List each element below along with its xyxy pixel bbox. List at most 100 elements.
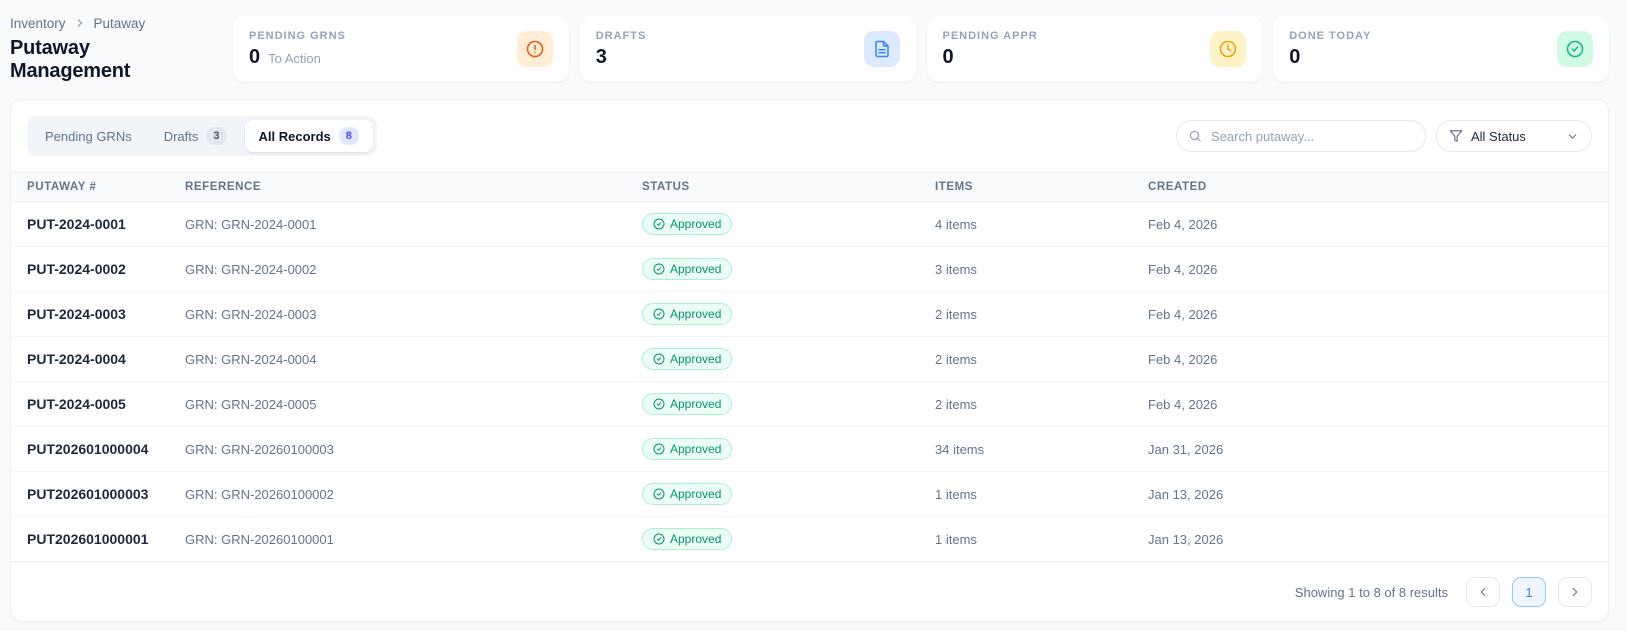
status-badge-label: Approved	[670, 217, 721, 231]
chevron-down-icon	[1566, 130, 1579, 143]
stat-grid: PENDING GRNS 0 To Action DRAFTS 3	[233, 16, 1609, 82]
items-count: 2 items	[935, 292, 1148, 337]
tab-count-badge: 8	[339, 127, 359, 145]
table-row[interactable]: PUT-2024-0005 GRN: GRN-2024-0005 Approve…	[11, 382, 1608, 427]
status-badge: Approved	[642, 483, 732, 505]
status-filter-value: All Status	[1471, 129, 1558, 144]
check-circle-icon	[653, 263, 665, 275]
breadcrumb: Inventory Putaway	[10, 16, 210, 31]
tab-label: Pending GRNs	[45, 129, 132, 144]
stat-card: DONE TODAY 0	[1273, 16, 1609, 82]
status-badge: Approved	[642, 393, 732, 415]
status-filter-select[interactable]: All Status	[1436, 120, 1592, 152]
status-badge-label: Approved	[670, 487, 721, 501]
column-header-created: CREATED	[1148, 173, 1608, 202]
toolbar-right: All Status	[1176, 120, 1592, 152]
next-page-button[interactable]	[1558, 577, 1592, 607]
check-circle-icon	[653, 218, 665, 230]
items-count: 1 items	[935, 472, 1148, 517]
check-circle-icon	[653, 488, 665, 500]
items-count: 3 items	[935, 247, 1148, 292]
stat-value: 0	[943, 46, 954, 69]
reference: GRN: GRN-2024-0002	[185, 247, 642, 292]
status-badge-label: Approved	[670, 397, 721, 411]
table-row[interactable]: PUT202601000001 GRN: GRN-20260100001 App…	[11, 517, 1608, 562]
stat-value: 0	[249, 46, 260, 69]
tab-group: Pending GRNs Drafts 3 All Records 8	[27, 116, 377, 156]
status-badge-label: Approved	[670, 442, 721, 456]
tab-pending-grns[interactable]: Pending GRNs	[31, 122, 146, 151]
putaway-table: PUTAWAY # REFERENCE STATUS ITEMS CREATED…	[11, 172, 1608, 562]
table-row[interactable]: PUT202601000004 GRN: GRN-20260100003 App…	[11, 427, 1608, 472]
chevron-left-icon	[1476, 585, 1490, 599]
status-badge-label: Approved	[670, 262, 721, 276]
table-row[interactable]: PUT202601000003 GRN: GRN-20260100002 App…	[11, 472, 1608, 517]
header-left: Inventory Putaway Putaway Management	[10, 16, 210, 83]
reference: GRN: GRN-2024-0001	[185, 202, 642, 247]
reference: GRN: GRN-20260100001	[185, 517, 642, 562]
table-row[interactable]: PUT-2024-0004 GRN: GRN-2024-0004 Approve…	[11, 337, 1608, 382]
tab-count-badge: 3	[206, 127, 226, 145]
search-icon	[1188, 129, 1202, 143]
created-date: Jan 31, 2026	[1148, 427, 1608, 472]
status-badge: Approved	[642, 528, 732, 550]
created-date: Feb 4, 2026	[1148, 292, 1608, 337]
check-circle-icon	[653, 533, 665, 545]
putaway-number: PUT202601000004	[11, 427, 185, 472]
breadcrumb-putaway[interactable]: Putaway	[94, 16, 146, 31]
pagination: Showing 1 to 8 of 8 results 1	[11, 562, 1608, 621]
stat-label: PENDING GRNS	[249, 30, 346, 42]
check-circle-icon	[653, 443, 665, 455]
reference: GRN: GRN-2024-0004	[185, 337, 642, 382]
status-badge: Approved	[642, 303, 732, 325]
stat-label: PENDING APPR	[943, 30, 1038, 42]
column-header-items: ITEMS	[935, 173, 1148, 202]
status-badge-label: Approved	[670, 352, 721, 366]
items-count: 2 items	[935, 337, 1148, 382]
putaway-number: PUT-2024-0001	[11, 202, 185, 247]
putaway-number: PUT202601000001	[11, 517, 185, 562]
stat-label: DONE TODAY	[1289, 30, 1371, 42]
chevron-right-icon	[1568, 585, 1582, 599]
reference: GRN: GRN-20260100003	[185, 427, 642, 472]
stat-label: DRAFTS	[596, 30, 647, 42]
column-header-reference: REFERENCE	[185, 173, 642, 202]
status-badge: Approved	[642, 258, 732, 280]
table-row[interactable]: PUT-2024-0001 GRN: GRN-2024-0001 Approve…	[11, 202, 1608, 247]
putaway-number: PUT-2024-0002	[11, 247, 185, 292]
created-date: Feb 4, 2026	[1148, 337, 1608, 382]
created-date: Feb 4, 2026	[1148, 382, 1608, 427]
clock-icon	[1210, 31, 1246, 67]
status-badge-label: Approved	[670, 307, 721, 321]
alert-circle-icon	[517, 31, 553, 67]
previous-page-button[interactable]	[1466, 577, 1500, 607]
putaway-number: PUT-2024-0005	[11, 382, 185, 427]
search-wrap	[1176, 120, 1426, 152]
created-date: Jan 13, 2026	[1148, 517, 1608, 562]
table-header-row: PUTAWAY # REFERENCE STATUS ITEMS CREATED	[11, 173, 1608, 202]
stat-value: 0	[1289, 46, 1300, 69]
page-title: Putaway Management	[10, 37, 210, 83]
check-circle-icon	[653, 308, 665, 320]
tab-label: All Records	[259, 129, 331, 144]
tab-all-records[interactable]: All Records 8	[245, 120, 373, 152]
putaway-number: PUT202601000003	[11, 472, 185, 517]
page: Inventory Putaway Putaway Management PEN…	[0, 0, 1627, 622]
check-circle-icon	[653, 398, 665, 410]
reference: GRN: GRN-2024-0005	[185, 382, 642, 427]
page-number-button[interactable]: 1	[1512, 577, 1546, 607]
tab-drafts[interactable]: Drafts 3	[150, 120, 241, 152]
created-date: Feb 4, 2026	[1148, 247, 1608, 292]
status-badge: Approved	[642, 348, 732, 370]
header: Inventory Putaway Putaway Management PEN…	[10, 16, 1609, 82]
items-count: 34 items	[935, 427, 1148, 472]
putaway-number: PUT-2024-0004	[11, 337, 185, 382]
breadcrumb-inventory[interactable]: Inventory	[10, 16, 66, 31]
table-row[interactable]: PUT-2024-0002 GRN: GRN-2024-0002 Approve…	[11, 247, 1608, 292]
chevron-right-icon	[74, 17, 86, 29]
search-input[interactable]	[1176, 120, 1426, 152]
table-row[interactable]: PUT-2024-0003 GRN: GRN-2024-0003 Approve…	[11, 292, 1608, 337]
stat-card: PENDING APPR 0	[927, 16, 1263, 82]
status-badge: Approved	[642, 213, 732, 235]
items-count: 4 items	[935, 202, 1148, 247]
